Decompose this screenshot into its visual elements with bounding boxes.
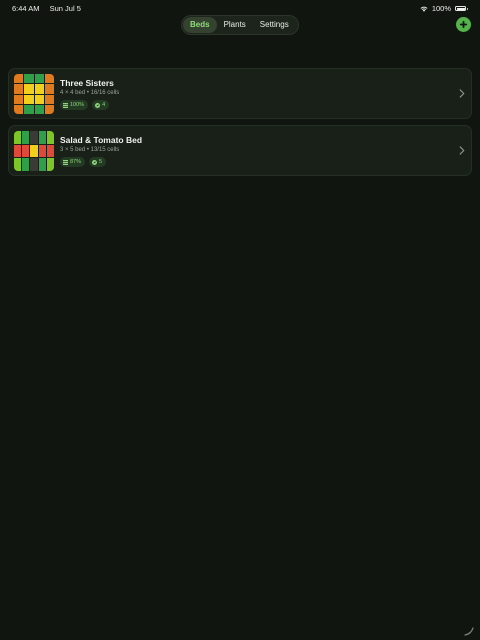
grid-cell: [38, 144, 46, 158]
grid-cell: [30, 144, 38, 158]
status-left: 6:44 AM Sun Jul 5: [12, 4, 89, 13]
grid-cell: [38, 158, 46, 171]
chevron-right-icon: [459, 146, 465, 155]
grid-cell: [24, 74, 34, 84]
grid-cell: [14, 84, 24, 94]
bed-grid-preview: [14, 74, 54, 114]
grid-cell: [14, 158, 22, 171]
grid-cell: [22, 158, 30, 171]
grid-cell: [30, 131, 38, 144]
grid-cell: [44, 94, 54, 104]
grid-icon: [63, 102, 68, 108]
resize-handle-icon: [464, 627, 474, 636]
grid-cell: [14, 144, 22, 158]
bed-name: Salad & Tomato Bed: [60, 135, 143, 145]
chevron-right-icon: [459, 89, 465, 98]
fill-badge: 100%: [60, 100, 89, 110]
grid-cell: [24, 94, 34, 104]
leaf-icon: [95, 102, 101, 108]
bed-badges: 100% 4: [60, 100, 110, 110]
grid-cell: [44, 84, 54, 94]
status-right: 100%: [420, 4, 468, 13]
grid-icon: [63, 159, 68, 165]
bed-meta: 4 × 4 bed • 16/16 cells: [60, 90, 120, 96]
grid-cell: [14, 131, 22, 144]
grid-cell: [30, 158, 38, 171]
tab-plants[interactable]: Plants: [217, 17, 253, 33]
leaf-icon: [92, 159, 98, 165]
grid-cell: [46, 131, 54, 144]
wifi-icon: [420, 6, 428, 12]
bed-badges: 87% 5: [60, 157, 107, 167]
grid-cell: [34, 84, 44, 94]
grid-cell: [22, 144, 30, 158]
fill-badge: 87%: [60, 157, 86, 167]
grid-cell: [44, 104, 54, 114]
grid-cell: [44, 74, 54, 84]
status-date: Sun Jul 5: [49, 4, 81, 13]
grid-cell: [34, 74, 44, 84]
grid-cell: [46, 144, 54, 158]
fill-badge-label: 87%: [70, 159, 82, 165]
section-tabs: Beds Plants Settings: [181, 15, 299, 35]
add-bed-button[interactable]: [456, 17, 471, 32]
grid-cell: [34, 94, 44, 104]
plants-badge-label: 4: [102, 102, 106, 108]
bed-grid-preview: [14, 131, 54, 171]
grid-cell: [24, 84, 34, 94]
screen: 6:44 AM Sun Jul 5 100% Beds Plants Setti…: [0, 0, 480, 640]
tab-beds[interactable]: Beds: [183, 17, 217, 33]
grid-cell: [14, 104, 24, 114]
bed-name: Three Sisters: [60, 78, 114, 88]
plants-badge-label: 5: [99, 159, 103, 165]
grid-cell: [46, 158, 54, 171]
grid-cell: [14, 94, 24, 104]
bed-meta: 3 × 5 bed • 13/15 cells: [60, 147, 120, 153]
grid-cell: [14, 74, 24, 84]
fill-badge-label: 100%: [70, 102, 85, 108]
tab-settings[interactable]: Settings: [253, 17, 296, 33]
bed-card[interactable]: Three Sisters 4 × 4 bed • 16/16 cells 10…: [8, 68, 472, 119]
battery-percent: 100%: [431, 4, 451, 13]
grid-cell: [24, 104, 34, 114]
grid-cell: [34, 104, 44, 114]
status-bar: 6:44 AM Sun Jul 5 100%: [0, 0, 480, 16]
plants-badge: 5: [89, 157, 107, 167]
grid-cell: [38, 131, 46, 144]
status-time: 6:44 AM: [12, 4, 40, 13]
plants-badge: 4: [92, 100, 110, 110]
bed-card[interactable]: Salad & Tomato Bed 3 × 5 bed • 13/15 cel…: [8, 125, 472, 176]
grid-cell: [22, 131, 30, 144]
plus-icon: [459, 20, 468, 29]
battery-icon: [455, 6, 468, 11]
